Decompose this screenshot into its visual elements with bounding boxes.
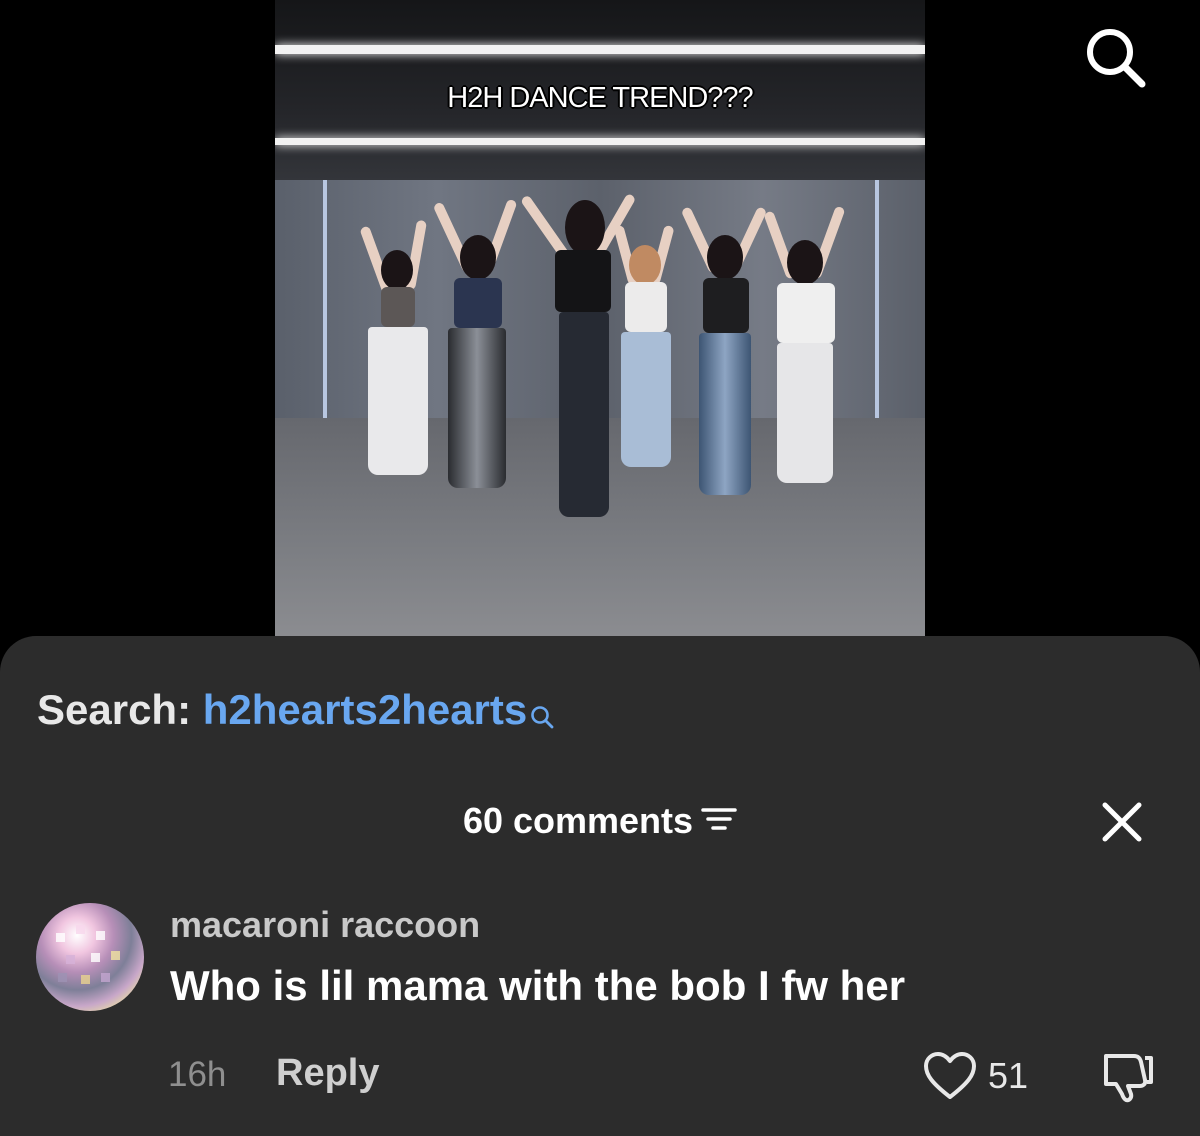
thumbs-down-icon [1104, 1054, 1153, 1103]
video-caption: H2H DANCE TREND??? [447, 82, 753, 114]
dancer [680, 200, 768, 500]
like-button[interactable] [922, 1050, 978, 1102]
search-suggestion-term[interactable]: h2hearts2hearts [203, 686, 528, 733]
search-button[interactable] [1080, 22, 1150, 92]
close-button[interactable] [1100, 800, 1144, 844]
search-suggestion-prefix: Search: [37, 686, 192, 733]
avatar[interactable] [36, 903, 144, 1011]
comment-timestamp: 16h [168, 1055, 227, 1094]
video-frame[interactable]: H2H DANCE TREND??? [275, 0, 925, 640]
wall-light-strip [323, 180, 327, 420]
dancer [613, 220, 678, 470]
comments-header: 60 comments [0, 800, 1200, 842]
reply-button[interactable]: Reply [276, 1052, 379, 1095]
comment-username[interactable]: macaroni raccoon [170, 904, 480, 946]
comment-count: 60 comments [462, 800, 694, 841]
sort-filter-icon[interactable] [701, 800, 737, 842]
dancer [432, 190, 518, 490]
search-icon [529, 692, 555, 740]
close-icon [1102, 802, 1142, 842]
heart-outline-icon [924, 1052, 976, 1099]
ceiling-light [275, 45, 925, 54]
ceiling-light [275, 138, 925, 145]
wall-light-strip [875, 180, 879, 420]
search-icon [1087, 29, 1146, 88]
dislike-button[interactable] [1098, 1048, 1156, 1104]
like-count: 51 [988, 1055, 1029, 1096]
dancer [763, 205, 846, 485]
comment-text: Who is lil mama with the bob I fw her [170, 962, 906, 1009]
search-suggestion[interactable]: Search: h2hearts2hearts [37, 686, 555, 740]
video-player[interactable]: H2H DANCE TREND??? [0, 0, 1200, 640]
dancer [359, 215, 433, 475]
